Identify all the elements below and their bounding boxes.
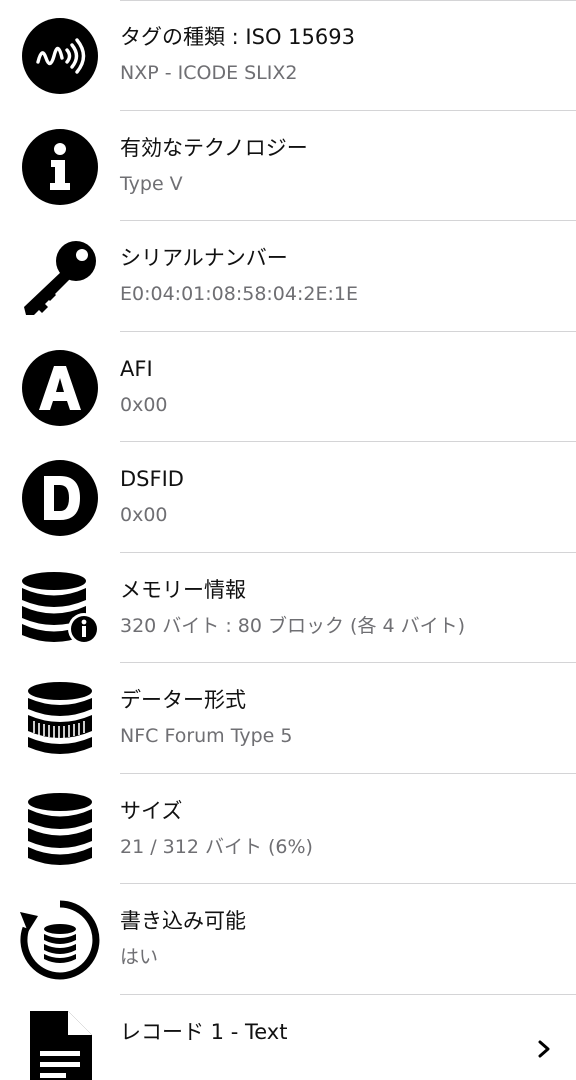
row-title: DSFID: [120, 467, 184, 491]
row-dsfid: DSFID 0x00: [0, 442, 576, 553]
row-data-format: データー形式 NFC Forum Type 5: [0, 663, 576, 774]
letter-a-icon: [20, 348, 100, 428]
database-icon: [20, 790, 100, 870]
database-format-icon: [20, 679, 100, 759]
row-serial-number: シリアルナンバー E0:04:01:08:58:04:2E:1E: [0, 221, 576, 332]
nfc-wave-icon: [20, 16, 100, 96]
row-value: NXP - ICODE SLIX2: [120, 62, 298, 84]
row-title: レコード 1 - Text: [120, 1019, 288, 1044]
row-value: 0x00: [120, 393, 168, 416]
key-icon: [20, 237, 100, 317]
row-value: はい: [120, 946, 159, 968]
chevron-right-icon[interactable]: [534, 1039, 554, 1059]
row-title: タグの種類 : ISO 15693: [120, 25, 355, 49]
row-value: NFC Forum Type 5: [120, 725, 293, 747]
row-value: E0:04:01:08:58:04:2E:1E: [120, 283, 358, 305]
row-memory-info: メモリー情報 320 バイト : 80 ブロック (各 4 バイト): [0, 553, 576, 664]
row-value: Type V: [120, 172, 183, 195]
row-size: サイズ 21 / 312 バイト (6%): [0, 774, 576, 885]
row-title: シリアルナンバー: [120, 246, 288, 270]
row-title: メモリー情報: [120, 577, 246, 602]
writable-database-icon: [20, 900, 100, 980]
database-info-icon: [20, 569, 100, 649]
row-tag-type: タグの種類 : ISO 15693 NXP - ICODE SLIX2: [0, 0, 576, 111]
row-technologies: 有効なテクノロジー Type V: [0, 111, 576, 222]
info-icon: [20, 127, 100, 207]
tag-info-list: タグの種類 : ISO 15693 NXP - ICODE SLIX2 有効なテ…: [0, 0, 576, 1080]
letter-d-icon: [20, 458, 100, 538]
row-value: 0x00: [120, 504, 168, 526]
row-value: 320 バイト : 80 ブロック (各 4 バイト): [120, 614, 466, 637]
row-title: サイズ: [120, 798, 183, 823]
row-writable: 書き込み可能 はい: [0, 884, 576, 995]
row-title: 有効なテクノロジー: [120, 135, 308, 160]
row-title: AFI: [120, 356, 153, 381]
row-record-1[interactable]: レコード 1 - Text: [0, 995, 576, 1080]
row-value: 21 / 312 バイト (6%): [120, 835, 313, 858]
document-icon: [20, 1010, 100, 1080]
row-afi: AFI 0x00: [0, 332, 576, 443]
row-title: 書き込み可能: [120, 909, 246, 933]
row-title: データー形式: [120, 688, 246, 712]
